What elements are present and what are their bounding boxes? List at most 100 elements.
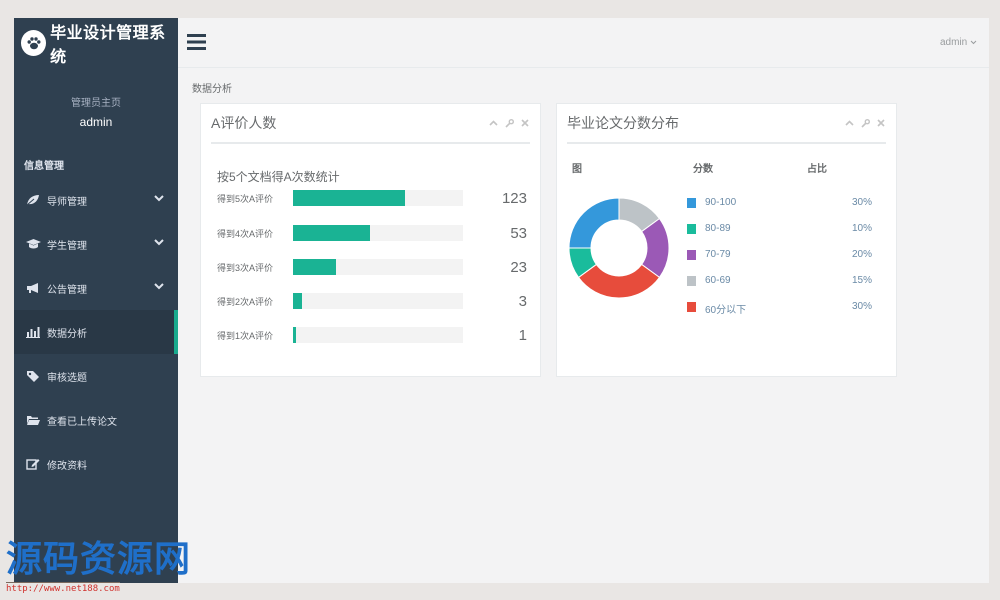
donut-chart [568,197,670,299]
sidebar-item-label: 审核选题 [47,372,87,384]
sidebar-item-analysis[interactable]: 数据分析 [14,310,178,354]
sidebar-item-label: 数据分析 [47,328,87,340]
megaphone-icon [25,281,41,295]
panel-title: A评价人数 [211,115,277,131]
progress-fill [293,190,406,206]
sidebar-item-label: 学生管理 [47,240,87,252]
progress-track [293,293,463,309]
rating-row-label: 得到5次A评价 [217,194,274,204]
watermark-url: http://www.net188.com [6,582,120,594]
rating-row-value: 1 [518,327,527,344]
chevron-down-icon [154,238,164,249]
sidebar-item-label: 公告管理 [47,284,87,296]
rating-row: 得到5次A评价 123 [217,190,527,207]
rating-row-label: 得到1次A评价 [217,331,274,341]
user-dropdown-label: admin [939,37,968,48]
progress-track [293,190,463,206]
app-title: 毕业设计管理系统 [50,25,166,66]
progress-track [293,327,463,343]
legend-swatch [687,198,696,208]
legend-row: 80-89 10% [687,222,872,236]
sidebar-item-papers[interactable]: 查看已上传论文 [14,398,178,442]
legend-label: 80-89 [705,223,731,234]
folder-open-icon [25,413,41,427]
legend-label: 70-79 [705,249,731,260]
rating-row: 得到1次A评价 1 [217,327,527,344]
rating-row-value: 123 [501,190,527,207]
rating-row: 得到4次A评价 53 [217,225,527,242]
profile-username: admin [79,115,113,129]
legend-swatch [687,250,696,260]
close-icon[interactable] [876,118,886,128]
chevron-down-icon [154,282,164,293]
legend-percent: 30% [851,301,872,312]
panel-a-ratings: A评价人数 按5个文档得A次数统计 得到5次A评价 123 得到4次A评价 53… [200,103,541,377]
leaf-icon [25,193,41,207]
panel-title: 毕业论文分数分布 [567,115,679,131]
sidebar-item-profile[interactable]: 修改资料 [14,442,178,486]
progress-track [293,225,463,241]
legend-swatch [687,224,696,234]
progress-fill [293,327,297,343]
panel-tools [488,118,530,128]
panel-b-score-distribution: 毕业论文分数分布 图 分数 占比 90-100 30% 80-89 10% 70… [556,103,897,377]
paw-logo-icon [21,30,47,56]
collapse-icon[interactable] [844,118,854,128]
legend-label: 60-69 [705,275,731,286]
legend-swatch [687,276,696,286]
sidebar-item-label: 修改资料 [47,460,87,472]
edit-icon [25,457,41,471]
rating-row-label: 得到4次A评价 [217,229,274,239]
nav-section-header: 信息管理 [24,161,64,172]
legend-row: 90-100 30% [687,196,872,210]
legend-row: 60分以下 30% [687,300,872,316]
tag-icon [25,369,41,383]
legend-percent: 30% [851,197,872,208]
legend-label: 90-100 [705,197,737,208]
wrench-icon[interactable] [504,118,514,128]
rating-row: 得到2次A评价 3 [217,293,527,310]
sidebar-item-review[interactable]: 审核选题 [14,354,178,398]
legend-row: 70-79 20% [687,248,872,262]
rating-row-value: 23 [510,259,527,276]
profile: 管理员主页 admin [14,68,178,156]
top-navbar: admin [178,18,989,68]
column-header-chart: 图 [572,164,582,175]
legend-percent: 20% [851,249,872,260]
watermark-text: 源码资源网 [6,539,192,580]
column-header-score: 分数 [693,164,713,175]
sidebar-item-tutor[interactable]: 导师管理 [14,178,178,222]
brand[interactable]: 毕业设计管理系统 [14,18,178,68]
user-dropdown[interactable]: admin [940,37,977,48]
legend-percent: 15% [851,275,872,286]
rating-row: 得到3次A评价 23 [217,259,527,276]
sidebar-item-student[interactable]: 学生管理 [14,222,178,266]
legend-row: 60-69 15% [687,274,872,288]
panel-tools [844,118,886,128]
collapse-icon[interactable] [488,118,498,128]
menu-toggle-icon[interactable] [187,33,207,56]
wrench-icon[interactable] [860,118,870,128]
sidebar-item-notice[interactable]: 公告管理 [14,266,178,310]
progress-fill [293,259,336,275]
legend-label: 60分以下 [705,305,747,316]
column-header-ratio: 占比 [807,164,827,175]
donut-slice-60分以下[interactable] [577,263,661,299]
sidebar: 毕业设计管理系统 管理员主页 admin 信息管理 导师管理 学生管理 公告管理… [14,18,178,583]
close-icon[interactable] [520,118,530,128]
bar-chart-icon [25,325,41,339]
breadcrumb: 数据分析 [192,84,232,95]
donut-slice-90-100[interactable] [568,197,620,249]
app-window: 毕业设计管理系统 管理员主页 admin 信息管理 导师管理 学生管理 公告管理… [14,18,989,583]
panel-header: 毕业论文分数分布 [567,104,886,144]
sidebar-item-label: 导师管理 [47,196,87,208]
rating-row-value: 3 [518,293,527,310]
panel-subtitle: 按5个文档得A次数统计 [217,170,340,184]
panel-header: A评价人数 [211,104,530,144]
rating-row-value: 53 [510,225,527,242]
rating-row-label: 得到3次A评价 [217,263,274,273]
progress-fill [293,225,370,241]
profile-role[interactable]: 管理员主页 [14,94,178,109]
chevron-down-icon [970,37,977,48]
chevron-down-icon [154,194,164,205]
